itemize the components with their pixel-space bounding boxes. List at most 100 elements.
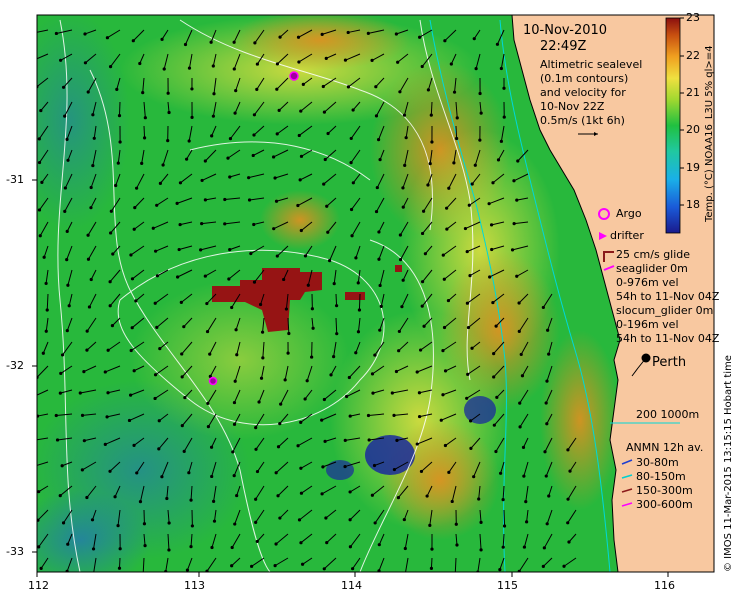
velocity-arrowhead <box>37 414 40 418</box>
velocity-arrowhead <box>209 445 214 449</box>
velocity-arrowhead <box>89 185 93 190</box>
velocity-arrowhead <box>502 86 506 90</box>
velocity-arrowhead <box>117 566 122 570</box>
velocity-arrowhead <box>522 474 526 478</box>
velocity-arrowhead <box>143 116 147 120</box>
velocity-arrowhead <box>455 543 459 547</box>
colorbar-tick-label: 18 <box>686 198 700 211</box>
velocity-arrowhead <box>247 198 252 202</box>
velocity-arrowhead <box>325 204 329 208</box>
velocity-arrowhead <box>350 234 354 238</box>
velocity-arrowhead <box>252 113 256 117</box>
colorbar-title: Temp. (°C) NOAA16_L3U 5% ql>=4 <box>704 45 715 222</box>
velocity-arrowhead <box>299 420 303 425</box>
velocity-arrowhead <box>357 308 362 312</box>
velocity-arrowhead <box>228 137 233 141</box>
velocity-arrowhead <box>516 159 520 163</box>
velocity-arrowhead <box>114 183 118 188</box>
velocity-arrowhead <box>521 445 526 449</box>
velocity-arrowhead <box>118 140 122 144</box>
velocity-arrowhead <box>351 108 355 112</box>
velocity-arrowhead <box>378 283 382 288</box>
velocity-arrowhead <box>566 448 570 452</box>
velocity-arrowhead <box>92 136 96 140</box>
velocity-arrowhead <box>346 85 351 89</box>
velocity-arrowhead <box>142 522 147 526</box>
velocity-arrowhead <box>254 520 258 524</box>
velocity-arrowhead <box>177 247 181 252</box>
velocity-arrowhead <box>547 352 551 356</box>
velocity-arrowhead <box>348 414 352 418</box>
velocity-arrowhead <box>190 524 194 528</box>
velocity-arrowhead <box>232 422 237 426</box>
velocity-arrowhead <box>344 394 349 399</box>
velocity-arrowhead <box>489 223 494 227</box>
map-time: 22:49Z <box>540 39 587 54</box>
velocity-arrowhead <box>378 328 382 332</box>
velocity-arrowhead <box>138 499 143 504</box>
velocity-arrowhead <box>203 198 207 202</box>
colorbar-tick-label: 19 <box>686 161 700 174</box>
velocity-arrowhead <box>423 252 427 256</box>
velocity-arrowhead <box>492 352 496 356</box>
velocity-arrowhead <box>182 449 186 453</box>
velocity-arrowhead <box>38 234 42 238</box>
velocity-arrowhead <box>305 379 309 383</box>
velocity-arrowhead <box>161 163 165 167</box>
velocity-arrowhead <box>428 523 432 527</box>
velocity-arrowhead <box>545 422 549 426</box>
velocity-arrowhead <box>83 32 87 36</box>
velocity-arrowhead <box>233 522 237 526</box>
velocity-arrowhead <box>42 255 46 259</box>
velocity-arrowhead <box>91 163 95 168</box>
velocity-arrowhead <box>441 393 445 397</box>
velocity-arrowhead <box>175 201 179 205</box>
velocity-arrowhead <box>271 155 276 159</box>
x-tick-label: 113 <box>184 579 205 592</box>
velocity-arrowhead <box>332 355 336 359</box>
velocity-arrowhead <box>180 375 184 379</box>
velocity-arrowhead <box>160 37 164 41</box>
velocity-arrowhead <box>65 569 69 572</box>
velocity-arrowhead <box>299 491 304 495</box>
velocity-arrowhead <box>200 221 204 226</box>
velocity-arrowhead <box>426 183 430 187</box>
velocity-arrowhead <box>377 543 381 547</box>
velocity-arrowhead <box>299 109 303 113</box>
y-tick-label: -31 <box>6 173 24 186</box>
velocity-arrowhead <box>153 373 158 377</box>
velocity-arrowhead <box>54 413 58 418</box>
velocity-arrowhead <box>66 158 70 162</box>
velocity-arrowhead <box>108 469 112 473</box>
velocity-arrowhead <box>82 439 86 443</box>
velocity-arrowhead <box>183 42 188 47</box>
velocity-arrowhead <box>450 499 454 504</box>
velocity-arrowhead <box>322 397 326 402</box>
velocity-arrowhead <box>298 178 302 182</box>
velocity-arrowhead <box>230 305 234 310</box>
velocity-arrowhead <box>105 36 110 40</box>
legend-argo: Argo <box>616 207 642 220</box>
legend-anmn-item: 150-300m <box>636 484 693 497</box>
velocity-arrowhead <box>402 517 406 522</box>
velocity-arrowhead <box>491 300 495 305</box>
velocity-arrowhead <box>274 199 279 203</box>
velocity-arrowhead <box>109 231 113 235</box>
velocity-arrowhead <box>301 82 305 87</box>
velocity-arrowhead <box>446 298 451 303</box>
velocity-arrowhead <box>324 56 328 60</box>
velocity-arrowhead <box>223 222 227 226</box>
velocity-arrowhead <box>59 371 63 375</box>
velocity-arrowhead <box>135 471 139 475</box>
velocity-arrowhead <box>449 62 453 66</box>
velocity-arrowhead <box>59 58 63 62</box>
velocity-arrowhead <box>501 498 505 502</box>
velocity-arrowhead <box>106 348 110 352</box>
velocity-arrowhead <box>234 89 238 93</box>
velocity-arrowhead <box>63 186 67 190</box>
colorbar-tick-label: 21 <box>686 86 700 99</box>
velocity-arrowhead <box>232 40 236 44</box>
velocity-arrowhead <box>566 521 570 525</box>
velocity-arrowhead <box>58 494 62 498</box>
velocity-arrowhead <box>282 277 286 282</box>
